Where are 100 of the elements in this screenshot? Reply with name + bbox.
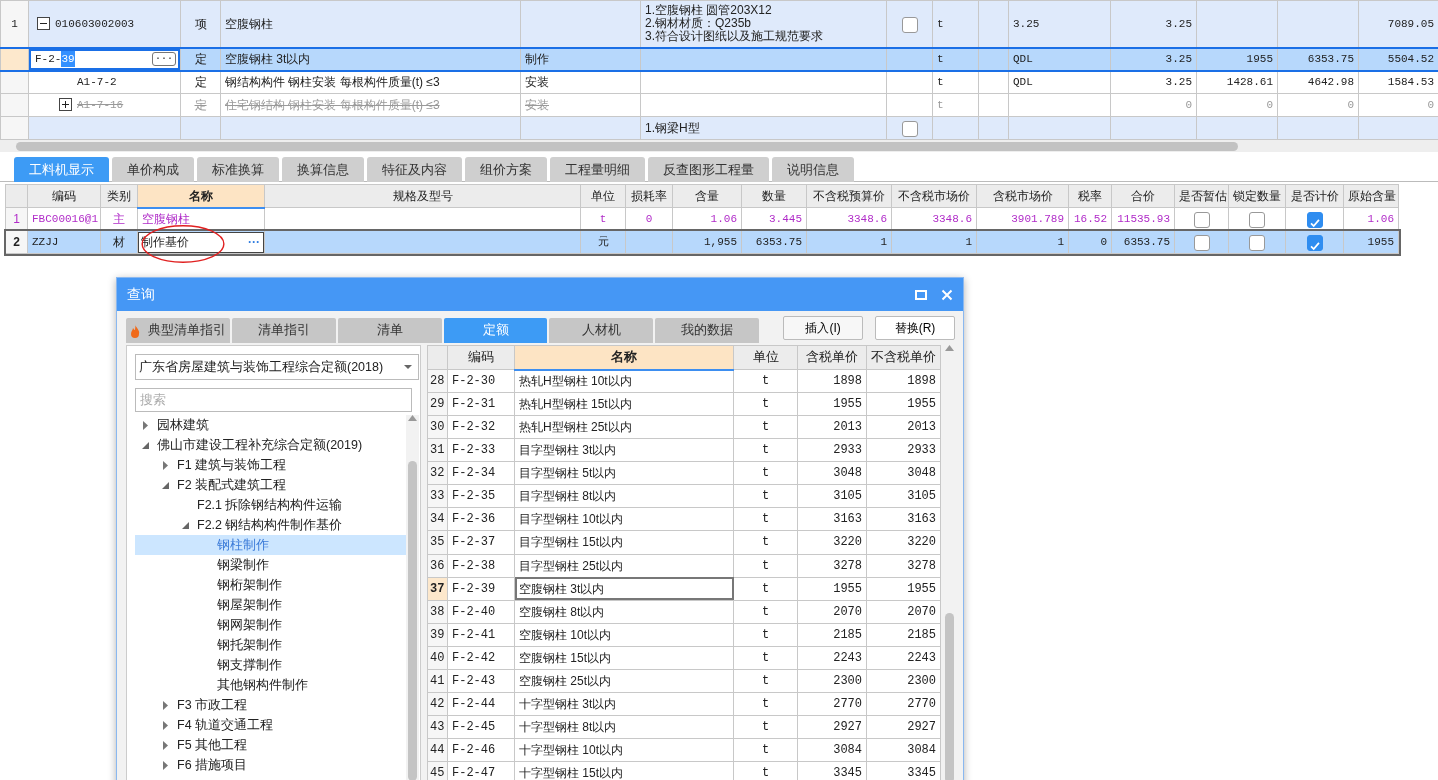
column-header: 不含税市场价 — [891, 184, 977, 208]
tree-item[interactable]: F6 措施项目 — [135, 755, 406, 775]
tab[interactable]: 清单 — [337, 318, 442, 343]
table-cell: 3.25 — [1110, 70, 1197, 94]
tree-item[interactable]: F5 其他工程 — [135, 735, 406, 755]
library-dropdown[interactable]: 广东省房屋建筑与装饰工程综合定额(2018) — [135, 354, 419, 380]
table-cell: 2 — [5, 230, 28, 254]
maximize-icon[interactable] — [915, 288, 927, 301]
table-cell: 1955 — [1196, 47, 1278, 71]
tree-item[interactable]: 其他钢构件制作 — [135, 675, 406, 695]
checkbox[interactable] — [1193, 211, 1210, 228]
scrollbar[interactable] — [406, 415, 419, 780]
checkbox[interactable] — [901, 120, 918, 137]
column-header: 单位 — [733, 345, 798, 370]
dialog-button[interactable]: 替换(R) — [875, 316, 955, 340]
tree-item[interactable]: F1 建筑与装饰工程 — [135, 455, 406, 475]
tab[interactable]: 反查图形工程量 — [648, 157, 769, 182]
column-header: 单位 — [580, 184, 626, 208]
row-number: 41 — [427, 669, 448, 693]
tab[interactable]: 说明信息 — [772, 157, 854, 182]
dialog-button[interactable]: 插入(I) — [783, 316, 864, 340]
code-input-field[interactable]: F-2-39 ··· — [29, 49, 180, 69]
scrollbar-thumb[interactable] — [945, 613, 954, 780]
table-cell: 定 — [180, 70, 221, 94]
tab[interactable]: 工程量明细 — [550, 157, 645, 182]
scrollbar[interactable] — [0, 140, 1438, 152]
scroll-up-icon[interactable] — [945, 345, 954, 351]
table-cell: 5504.52 — [1358, 47, 1438, 71]
table-cell: 1 — [0, 0, 29, 48]
tab[interactable]: 特征及内容 — [367, 157, 462, 182]
scrollbar-thumb[interactable] — [408, 461, 417, 780]
tree-item[interactable]: 佛山市建设工程补充综合定额(2019) — [135, 435, 406, 455]
window-title: 查询 — [127, 285, 155, 304]
table-cell: 目字型钢柱 3t以内 — [514, 438, 734, 462]
column-header: 规格及型号 — [264, 184, 581, 208]
tab[interactable]: 换算信息 — [282, 157, 364, 182]
selected-text: 39 — [61, 50, 75, 68]
table-cell: 材 — [100, 230, 138, 254]
row-number: 29 — [427, 392, 448, 416]
table-cell: 1 — [806, 230, 892, 254]
tree-item[interactable]: F4 轨道交通工程 — [135, 715, 406, 735]
row-number: 36 — [427, 554, 448, 578]
table-cell: 0 — [1196, 93, 1278, 117]
tab[interactable]: 人材机 — [549, 318, 654, 343]
table-cell: 6353.75 — [741, 230, 807, 254]
table-cell: 安装 — [520, 93, 641, 117]
ellipsis-button[interactable]: ··· — [248, 233, 263, 251]
table-cell: 空腹钢柱 10t以内 — [514, 623, 734, 647]
tab[interactable]: 清单指引 — [231, 318, 336, 343]
tree-item[interactable]: F2.2 钢结构构件制作基价 — [135, 515, 406, 535]
column-header: 名称 — [137, 184, 265, 208]
table-cell: 空腹钢柱 — [220, 0, 521, 48]
scrollbar[interactable] — [943, 345, 956, 780]
table-cell: 空腹钢柱 15t以内 — [514, 646, 734, 670]
checkbox[interactable] — [1249, 211, 1265, 228]
checkbox[interactable] — [1306, 234, 1323, 251]
table-cell: 0 — [1068, 230, 1112, 254]
column-header: 税率 — [1068, 184, 1112, 208]
tab[interactable]: 我的数据 — [655, 318, 760, 343]
table-cell: 空腹钢柱 3t以内 — [220, 47, 521, 71]
tab[interactable]: 单价构成 — [112, 157, 194, 182]
table-cell: 空腹钢柱 8t以内 — [514, 600, 734, 624]
checkbox[interactable] — [1193, 234, 1210, 251]
collapse-icon[interactable] — [37, 17, 50, 31]
table-cell: 6353.75 — [1111, 230, 1175, 254]
tree-item[interactable]: F3 市政工程 — [135, 695, 406, 715]
checkbox[interactable] — [901, 16, 918, 33]
row-number: 28 — [427, 369, 448, 393]
scrollbar-thumb[interactable] — [16, 141, 1238, 151]
table-cell: 7089.05 — [1358, 0, 1438, 48]
row-number: 34 — [427, 507, 448, 531]
expand-icon[interactable] — [59, 98, 72, 112]
checkbox[interactable] — [1249, 234, 1265, 251]
table-cell: t — [932, 70, 979, 94]
column-header: 合价 — [1111, 184, 1175, 208]
tree-item[interactable]: F2 装配式建筑工程 — [135, 475, 406, 495]
table-cell: 1955 — [1343, 230, 1399, 254]
tree-item[interactable]: 园林建筑 — [135, 415, 406, 435]
tree-item[interactable]: 钢托架制作 — [135, 635, 406, 655]
tree-item[interactable]: 钢梁制作 — [135, 555, 406, 575]
tree-item[interactable]: F2.1 拆除钢结构构件运输 — [135, 495, 406, 515]
table-cell: 制作 — [520, 47, 641, 71]
search-field[interactable]: 搜索 — [135, 388, 412, 412]
close-icon[interactable] — [941, 288, 953, 301]
tab[interactable]: 标准换算 — [197, 157, 279, 182]
scroll-up-icon[interactable] — [408, 415, 417, 421]
tab[interactable]: 典型清单指引 — [126, 318, 230, 343]
tab[interactable]: 组价方案 — [465, 157, 547, 182]
table-cell: 热轧H型钢柱 15t以内 — [514, 392, 734, 416]
tree-item[interactable]: 钢支撑制作 — [135, 655, 406, 675]
row-number: 30 — [427, 415, 448, 439]
code-text: A1-7-2 — [77, 76, 117, 88]
tree-item[interactable]: 钢桁架制作 — [135, 575, 406, 595]
ellipsis-button[interactable]: ··· — [152, 52, 176, 66]
tree-item[interactable]: 钢屋架制作 — [135, 595, 406, 615]
tree-item[interactable]: 钢网架制作 — [135, 615, 406, 635]
checkbox[interactable] — [1306, 211, 1323, 228]
table-cell: 0 — [1110, 93, 1197, 117]
table-cell: 定 — [180, 93, 221, 117]
table-cell: 住宅钢结构 钢柱安装 每根构件质量(t) ≤3 — [220, 93, 521, 117]
